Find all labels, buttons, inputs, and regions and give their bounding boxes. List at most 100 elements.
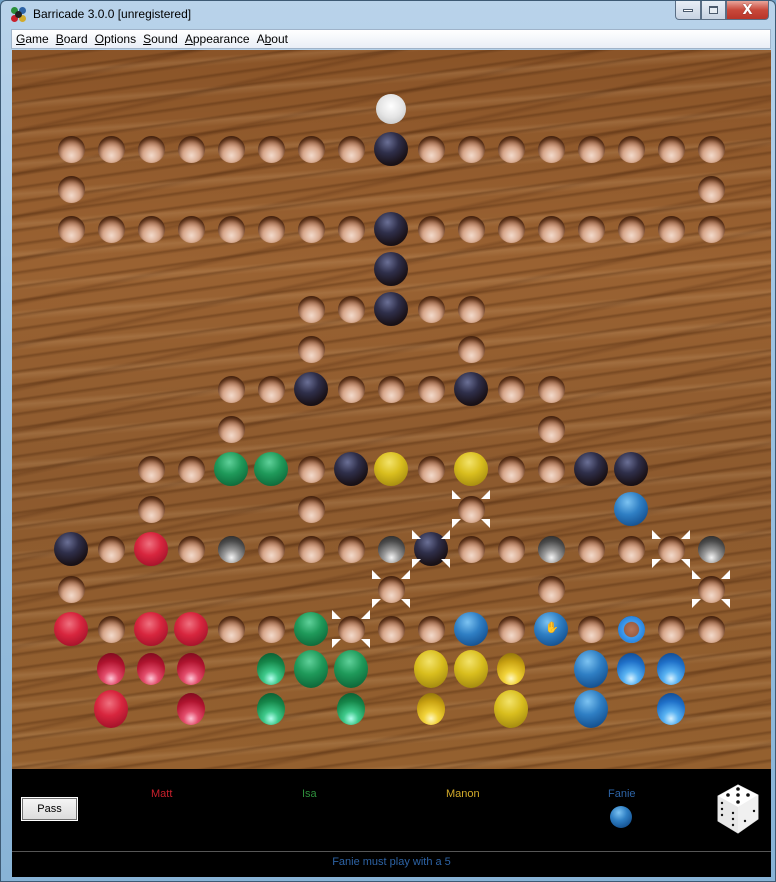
blue-home-pawn[interactable] (574, 650, 608, 688)
board-hole[interactable] (57, 175, 85, 203)
board-hole[interactable] (297, 295, 325, 323)
yellow-home-pawn[interactable] (417, 693, 445, 725)
board-hole[interactable] (177, 455, 205, 483)
board-hole[interactable] (97, 535, 125, 563)
board-hole[interactable] (297, 495, 325, 523)
board-hole[interactable] (217, 375, 245, 403)
barricade-piece[interactable] (54, 532, 88, 566)
red-home-pawn[interactable] (177, 653, 205, 685)
board-hole[interactable] (577, 215, 605, 243)
board-hole[interactable] (497, 535, 525, 563)
board-hole[interactable] (57, 215, 85, 243)
blue-home-pawn[interactable] (617, 653, 645, 685)
board-hole[interactable] (257, 375, 285, 403)
game-board[interactable]: ✋ (12, 50, 771, 769)
board-hole[interactable] (537, 415, 565, 443)
board-hole[interactable] (337, 535, 365, 563)
red-home-pawn[interactable] (94, 690, 128, 728)
board-hole[interactable] (537, 375, 565, 403)
green-home-pawn[interactable] (257, 693, 285, 725)
board-hole[interactable] (537, 135, 565, 163)
board-hole[interactable] (537, 215, 565, 243)
board-hole[interactable] (257, 615, 285, 643)
board-hole[interactable] (97, 615, 125, 643)
yellow-home-pawn[interactable] (414, 650, 448, 688)
board-hole[interactable] (457, 535, 485, 563)
green-home-pawn[interactable] (294, 650, 328, 688)
pass-button[interactable]: Pass (21, 797, 78, 821)
menu-appearance[interactable]: Appearance (182, 32, 253, 46)
menu-board[interactable]: Board (53, 32, 91, 46)
board-hole[interactable] (297, 135, 325, 163)
green-pawn[interactable] (294, 612, 328, 646)
board-hole[interactable] (417, 455, 445, 483)
board-hole[interactable] (297, 215, 325, 243)
board-hole[interactable] (137, 495, 165, 523)
board-hole[interactable] (417, 615, 445, 643)
board-hole[interactable] (697, 135, 725, 163)
maximize-button[interactable] (701, 1, 726, 20)
board-hole[interactable] (217, 415, 245, 443)
board-hole[interactable] (377, 375, 405, 403)
barricade-piece[interactable] (574, 452, 608, 486)
blue-pawn[interactable] (614, 492, 648, 526)
board-hole[interactable] (497, 615, 525, 643)
red-pawn[interactable] (174, 612, 208, 646)
barricade-piece[interactable] (374, 252, 408, 286)
menu-about[interactable]: About (254, 32, 291, 46)
board-hole[interactable] (177, 135, 205, 163)
board-hole[interactable] (417, 375, 445, 403)
green-pawn[interactable] (254, 452, 288, 486)
green-home-pawn[interactable] (337, 693, 365, 725)
board-hole[interactable] (577, 535, 605, 563)
board-hole[interactable] (177, 215, 205, 243)
board-hole[interactable] (497, 455, 525, 483)
red-pawn[interactable] (134, 532, 168, 566)
board-hole[interactable] (137, 215, 165, 243)
board-hole[interactable] (137, 135, 165, 163)
minimize-button[interactable] (675, 1, 701, 20)
barricade-piece[interactable] (374, 292, 408, 326)
close-button[interactable]: X (726, 1, 769, 20)
board-hole[interactable] (337, 215, 365, 243)
board-hole[interactable] (697, 175, 725, 203)
board-hole[interactable] (377, 615, 405, 643)
green-home-pawn[interactable] (334, 650, 368, 688)
board-hole[interactable] (177, 535, 205, 563)
red-home-pawn[interactable] (97, 653, 125, 685)
barricade-piece[interactable] (334, 452, 368, 486)
board-hole[interactable] (417, 295, 445, 323)
board-hole[interactable] (297, 535, 325, 563)
board-hole[interactable] (657, 135, 685, 163)
red-home-pawn[interactable] (137, 653, 165, 685)
board-hole[interactable] (217, 615, 245, 643)
board-hole[interactable] (577, 135, 605, 163)
board-hole[interactable] (217, 215, 245, 243)
board-hole[interactable] (137, 455, 165, 483)
menu-options[interactable]: Options (92, 32, 139, 46)
board-hole[interactable] (97, 215, 125, 243)
barricade-piece[interactable] (374, 132, 408, 166)
blue-home-pawn[interactable] (574, 690, 608, 728)
board-hole[interactable] (657, 615, 685, 643)
yellow-home-pawn[interactable] (497, 653, 525, 685)
red-home-pawn[interactable] (177, 693, 205, 725)
board-hole[interactable] (497, 375, 525, 403)
board-hole[interactable] (457, 135, 485, 163)
yellow-home-pawn[interactable] (494, 690, 528, 728)
board-hole[interactable] (617, 215, 645, 243)
board-hole[interactable] (697, 215, 725, 243)
board-hole[interactable] (257, 135, 285, 163)
board-hole[interactable] (657, 215, 685, 243)
board-hole[interactable] (57, 135, 85, 163)
barricade-piece[interactable] (454, 372, 488, 406)
barricade-piece[interactable] (294, 372, 328, 406)
board-hole[interactable] (257, 215, 285, 243)
barricade-piece[interactable] (614, 452, 648, 486)
board-hole[interactable] (537, 575, 565, 603)
barricade-piece[interactable] (374, 212, 408, 246)
board-hole[interactable] (457, 335, 485, 363)
blue-home-pawn[interactable] (657, 693, 685, 725)
menu-sound[interactable]: Sound (140, 32, 181, 46)
board-hole[interactable] (337, 135, 365, 163)
